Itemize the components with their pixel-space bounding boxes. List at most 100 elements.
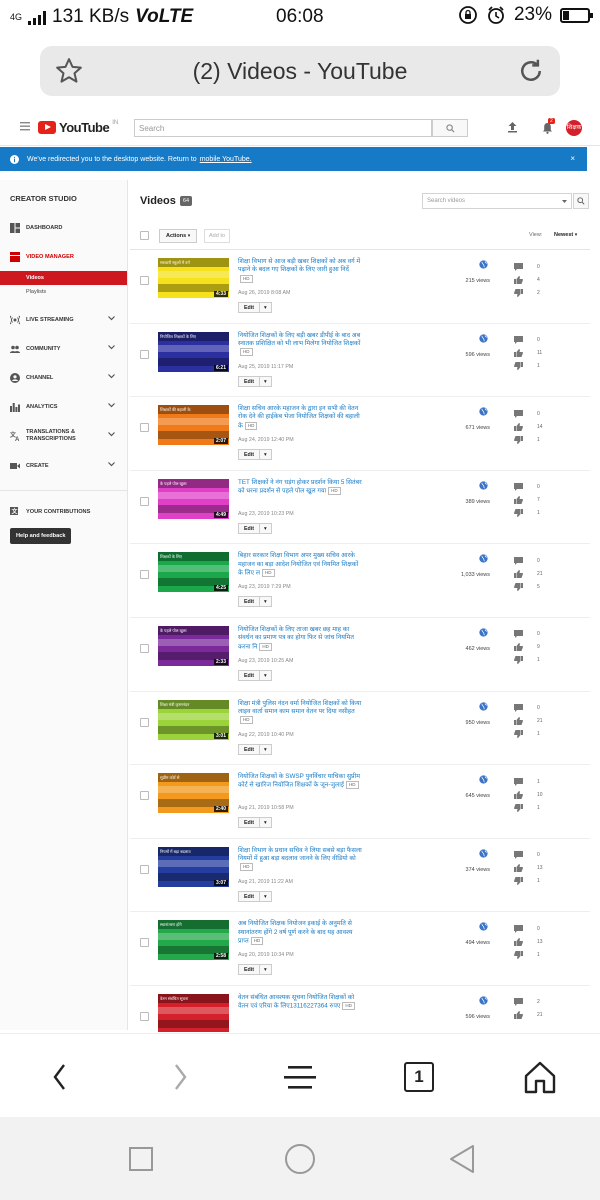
video-title-link[interactable]: अब नियोजित शिक्षक नियोजन इकाई के अनुमति … xyxy=(238,920,363,946)
video-thumbnail[interactable]: शिक्षकों के लिए 4:25 xyxy=(158,552,229,593)
banner-close-button[interactable]: × xyxy=(570,154,575,163)
menu-icon[interactable] xyxy=(20,122,30,131)
video-select-checkbox[interactable] xyxy=(140,791,149,801)
video-select-checkbox[interactable] xyxy=(140,1011,149,1021)
notifications-button[interactable]: 2 xyxy=(542,118,555,139)
sidebar-item-create[interactable]: CREATE xyxy=(0,451,127,480)
video-thumbnail[interactable]: सरकारी स्कूलों में वर्ग 4:33 xyxy=(158,258,229,298)
home-icon[interactable] xyxy=(523,1060,557,1094)
system-back-icon[interactable] xyxy=(448,1144,476,1174)
edit-button[interactable]: Edit ▾ xyxy=(238,890,272,902)
sidebar-item-channel[interactable]: CHANNEL xyxy=(0,363,127,392)
video-views: 389 views xyxy=(465,498,490,505)
video-thumbnail[interactable]: सुप्रीम कोर्ट से 2:40 xyxy=(158,773,229,814)
video-thumbnail[interactable]: वेतन संबंधित सूचना xyxy=(158,993,229,1032)
video-duration: 2:33 xyxy=(213,658,228,665)
video-title-link[interactable]: शिक्षा मंत्री पुलिस नंदन वर्मा नियोजित श… xyxy=(238,700,363,726)
video-select-checkbox[interactable] xyxy=(140,864,149,874)
actions-dropdown[interactable]: Actions ▾ xyxy=(159,229,198,243)
edit-button[interactable]: Edit ▾ xyxy=(238,596,272,608)
video-select-checkbox[interactable] xyxy=(140,349,149,359)
mobile-youtube-link[interactable]: mobile YouTube. xyxy=(200,156,252,163)
video-row: शिक्षकों की बहाली के 2:07 शिक्षा सचिव आरके… xyxy=(130,397,590,471)
edit-button[interactable]: Edit ▾ xyxy=(238,522,272,534)
edit-button[interactable]: Edit ▾ xyxy=(238,375,272,387)
sidebar-item-video-manager[interactable]: VIDEO MANAGER xyxy=(0,242,127,271)
video-thumbnail[interactable]: नियमों में बड़ा बदलाव 3:07 xyxy=(158,846,229,887)
sidebar-item-dashboard[interactable]: DASHBOARD xyxy=(0,213,127,242)
public-globe-icon xyxy=(479,775,488,784)
sidebar-item-community[interactable]: COMMUNITY xyxy=(0,334,127,363)
video-date: Aug 21, 2019 11:22 AM xyxy=(238,878,293,885)
back-icon[interactable] xyxy=(50,1062,70,1092)
edit-button[interactable]: Edit ▾ xyxy=(238,302,272,313)
video-thumbnail[interactable]: के पहले पोल खुला 4:49 xyxy=(158,478,229,519)
sidebar-item-label: TRANSLATIONS & TRANSCRIPTIONS xyxy=(26,429,76,442)
video-title: नियोजित शिक्षकों के लिए ताजा खबर छह माह … xyxy=(238,625,354,651)
like-count: 21 xyxy=(537,718,543,725)
add-to-button[interactable]: Add to xyxy=(204,229,230,243)
reload-icon[interactable] xyxy=(516,56,546,86)
sidebar-sub-videos[interactable]: Videos xyxy=(0,271,127,285)
video-select-checkbox[interactable] xyxy=(140,643,149,653)
tabs-button[interactable]: 1 xyxy=(404,1062,434,1092)
video-select-checkbox[interactable] xyxy=(140,423,149,433)
search-videos-input[interactable]: Search videos xyxy=(422,193,572,209)
video-title-link[interactable]: नियोजित शिक्षकों के लिए ताजा खबर छह माह … xyxy=(238,626,363,652)
video-thumbnail[interactable]: नियोजित शिक्षकों के लिए 6:21 xyxy=(158,331,229,372)
view-sort-dropdown[interactable]: Newest ▾ xyxy=(554,232,577,238)
thumbnail-text: नियमों में बड़ा बदलाव xyxy=(160,848,191,854)
menu-lines-icon[interactable] xyxy=(284,1064,316,1092)
hd-badge: HD xyxy=(342,1002,355,1011)
chevron-down-icon: ▾ xyxy=(574,232,578,238)
video-title-link[interactable]: शिक्षा विभाग के प्रधान सचिव ने लिया सबसे… xyxy=(238,847,363,873)
video-thumbnail[interactable]: शिक्षा मंत्री कृष्णनंदन 3:01 xyxy=(158,699,229,740)
video-title: शिक्षा मंत्री पुलिस नंदन वर्मा नियोजित श… xyxy=(238,699,362,715)
video-select-checkbox[interactable] xyxy=(140,496,149,506)
sidebar-sub-playlists[interactable]: Playlists xyxy=(0,285,127,299)
edit-button[interactable]: Edit ▾ xyxy=(238,669,272,681)
video-title-link[interactable]: वेतन संबंधित आवश्यक सूचना नियोजित शिक्षक… xyxy=(238,994,363,1011)
video-select-checkbox[interactable] xyxy=(140,717,149,727)
account-avatar[interactable]: शिक्षक xyxy=(566,120,582,136)
comment-icon xyxy=(514,851,523,860)
dislike-icon xyxy=(514,656,523,665)
video-thumbnail[interactable]: के पहले पोल खुला 2:33 xyxy=(158,625,229,666)
edit-button[interactable]: Edit ▾ xyxy=(238,743,272,755)
sidebar-item-analytics[interactable]: ANALYTICS xyxy=(0,392,127,421)
recent-apps-icon[interactable] xyxy=(128,1146,154,1172)
video-select-checkbox[interactable] xyxy=(140,276,149,285)
video-views: 374 views xyxy=(465,866,490,873)
sidebar-item-live-streaming[interactable]: LIVE STREAMING xyxy=(0,305,127,334)
search-input[interactable]: Search xyxy=(134,119,432,137)
youtube-logo[interactable]: YouTube IN xyxy=(38,120,118,135)
video-date: Aug 26, 2019 8:08 AM xyxy=(238,290,291,296)
video-thumbnail[interactable]: स्थानांतरण होंगे 2:58 xyxy=(158,920,229,961)
home-circle-icon[interactable] xyxy=(284,1143,316,1175)
edit-button[interactable]: Edit ▾ xyxy=(238,817,272,829)
video-stats: 0 13 1 xyxy=(514,849,554,888)
select-all-checkbox[interactable] xyxy=(140,231,149,240)
video-select-checkbox[interactable] xyxy=(140,938,149,948)
edit-button[interactable]: Edit ▾ xyxy=(238,449,272,461)
browser-address-bar[interactable]: (2) Videos - YouTube xyxy=(40,46,560,96)
video-title-link[interactable]: TET शिक्षकों ने नंग धड़ंग होकर प्रदर्शन … xyxy=(238,479,363,496)
video-thumbnail[interactable]: शिक्षकों की बहाली के 2:07 xyxy=(158,405,229,446)
upload-icon[interactable] xyxy=(507,121,518,133)
thumbnail-text: शिक्षा मंत्री कृष्णनंदन xyxy=(160,701,190,707)
video-title-link[interactable]: बिहार सरकार शिक्षा विभाग अपर मुख्य सचिव … xyxy=(238,552,363,578)
sidebar-item-your-contributions[interactable]: 文 YOUR CONTRIBUTIONS xyxy=(0,497,127,526)
chevron-down-icon: ▾ xyxy=(259,744,271,754)
help-feedback-button[interactable]: Help and feedback xyxy=(10,528,72,544)
edit-button[interactable]: Edit ▾ xyxy=(238,964,272,976)
video-title-link[interactable]: शिक्षा सचिव आरके महाजन के द्वारा इन सभी … xyxy=(238,405,363,431)
search-button[interactable] xyxy=(432,119,468,137)
video-select-checkbox[interactable] xyxy=(140,570,149,580)
dislike-icon xyxy=(514,362,523,371)
sidebar-item-translations[interactable]: 文A TRANSLATIONS & TRANSCRIPTIONS xyxy=(0,421,127,451)
video-title-link[interactable]: नियोजित शिक्षकों के लिए बड़ी खबर डीपीई क… xyxy=(238,332,363,358)
search-videos-button[interactable] xyxy=(573,193,589,209)
video-title-link[interactable]: नियोजित शिक्षकों के SWSP पुनर्विचार याचि… xyxy=(238,773,363,790)
forward-icon[interactable] xyxy=(170,1062,190,1092)
video-title-link[interactable]: शिक्षा विभाग से आज बड़ी खबर शिक्षकों को … xyxy=(238,258,363,284)
